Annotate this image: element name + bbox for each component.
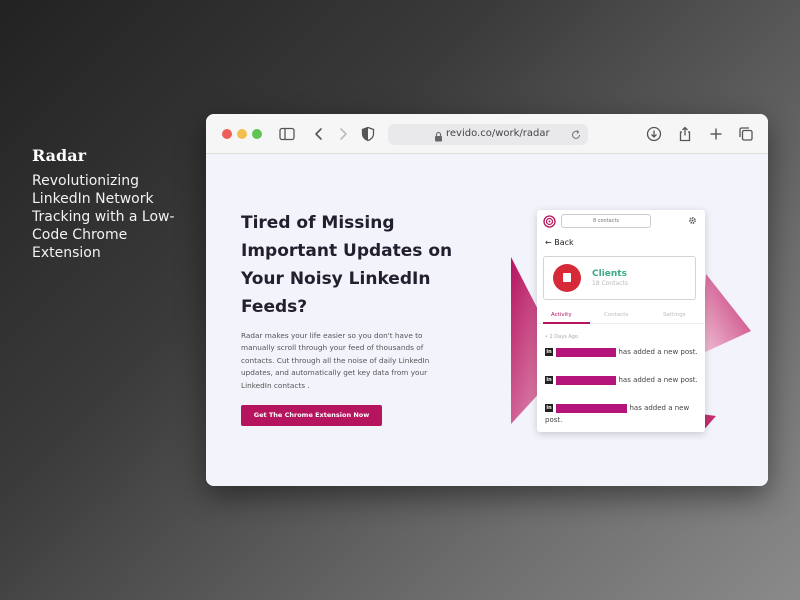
page-content: Tired of Missing Important Updates on Yo… bbox=[206, 154, 768, 486]
url-text: revido.co/work/radar bbox=[446, 128, 550, 139]
tab-settings[interactable]: Settings bbox=[663, 312, 686, 318]
popup-tabs: Activity Contacts Settings bbox=[537, 310, 705, 324]
extension-popup: 8 contacts ← Back Clients 18 Contacts Ac… bbox=[537, 210, 705, 432]
linkedin-icon: in bbox=[545, 376, 553, 384]
gear-icon[interactable] bbox=[688, 216, 697, 225]
feed-date-label: • 2 Days Ago bbox=[545, 334, 579, 340]
headline-line: Your Noisy LinkedIn bbox=[241, 269, 431, 289]
minimize-window-button[interactable] bbox=[237, 129, 247, 139]
reload-icon[interactable] bbox=[570, 128, 582, 140]
share-icon[interactable] bbox=[676, 125, 694, 143]
redacted-name bbox=[556, 347, 617, 357]
feed-text: has added a new post. bbox=[618, 376, 698, 384]
back-link[interactable]: ← Back bbox=[545, 238, 574, 247]
linkedin-icon: in bbox=[545, 404, 553, 412]
close-window-button[interactable] bbox=[222, 129, 232, 139]
back-label: Back bbox=[554, 238, 574, 247]
address-bar[interactable]: revido.co/work/radar bbox=[388, 124, 588, 145]
lock-icon bbox=[434, 129, 443, 142]
contacts-pill[interactable]: 8 contacts bbox=[561, 214, 651, 228]
forward-icon[interactable] bbox=[334, 125, 352, 143]
linkedin-icon: in bbox=[545, 348, 553, 356]
maximize-window-button[interactable] bbox=[252, 129, 262, 139]
redacted-name bbox=[556, 403, 628, 413]
radar-logo-icon bbox=[543, 215, 556, 228]
headline-line: Feeds? bbox=[241, 297, 308, 317]
headline-line: Tired of Missing bbox=[241, 213, 395, 233]
active-tab-indicator bbox=[543, 322, 590, 324]
feed-item[interactable]: in has added a new post. bbox=[545, 402, 705, 426]
tabs-icon[interactable] bbox=[737, 125, 755, 143]
tab-activity[interactable]: Activity bbox=[551, 312, 572, 318]
hero-headline: Tired of Missing Important Updates on Yo… bbox=[241, 209, 481, 321]
browser-window: revido.co/work/radar Tired of Missing Im… bbox=[206, 114, 768, 486]
project-description: Revolutionizing LinkedIn Network Trackin… bbox=[32, 173, 175, 261]
client-avatar bbox=[553, 264, 581, 292]
headline-line: Important Updates on bbox=[241, 241, 453, 261]
project-title: Radar bbox=[32, 146, 87, 165]
arrow-left-icon: ← bbox=[545, 238, 552, 247]
download-icon[interactable] bbox=[645, 125, 663, 143]
browser-toolbar: revido.co/work/radar bbox=[206, 114, 768, 154]
hero-body: Radar makes your life easier so you don'… bbox=[241, 331, 430, 390]
document-icon bbox=[563, 273, 571, 282]
client-card[interactable]: Clients 18 Contacts bbox=[543, 256, 696, 300]
back-icon[interactable] bbox=[310, 125, 328, 143]
tab-contacts[interactable]: Contacts bbox=[604, 312, 628, 318]
feed-item[interactable]: in has added a new post. bbox=[545, 346, 705, 358]
new-tab-icon[interactable] bbox=[707, 125, 725, 143]
client-name: Clients bbox=[592, 269, 627, 279]
shield-icon[interactable] bbox=[359, 125, 377, 143]
sidebar-icon[interactable] bbox=[278, 125, 296, 143]
client-count: 18 Contacts bbox=[592, 280, 629, 287]
redacted-name bbox=[556, 375, 617, 385]
get-extension-button[interactable]: Get The Chrome Extension Now bbox=[241, 405, 382, 426]
feed-item[interactable]: in has added a new post. bbox=[545, 374, 705, 386]
feed-text: has added a new post. bbox=[618, 348, 698, 356]
